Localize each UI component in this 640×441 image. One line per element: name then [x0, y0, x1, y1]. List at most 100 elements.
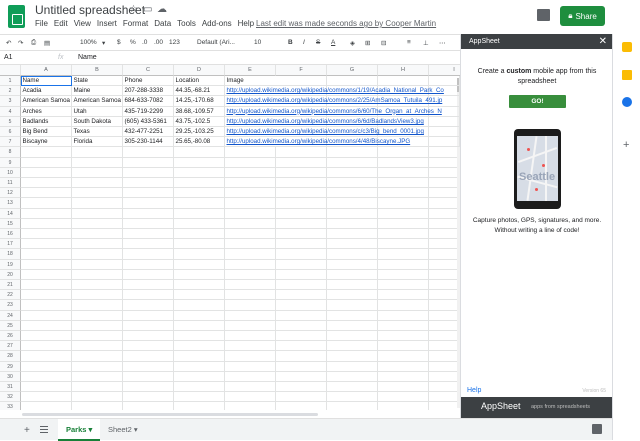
- cell-a7[interactable]: Biscayne: [21, 137, 72, 148]
- cell-i19[interactable]: [429, 259, 460, 270]
- cell-f11[interactable]: [276, 178, 327, 189]
- cell-i17[interactable]: [429, 239, 460, 250]
- cell-a9[interactable]: [21, 157, 72, 168]
- name-box[interactable]: A1: [4, 54, 13, 61]
- calendar-icon[interactable]: [622, 42, 632, 52]
- cell-d20[interactable]: [174, 269, 225, 280]
- cell-f17[interactable]: [276, 239, 327, 250]
- cell-f25[interactable]: [276, 320, 327, 331]
- star-icon[interactable]: ☆: [129, 4, 138, 15]
- cell-i30[interactable]: [429, 371, 460, 382]
- row-header-4[interactable]: 4: [0, 106, 21, 117]
- cell-c24[interactable]: [123, 310, 174, 321]
- column-header-b[interactable]: B: [72, 65, 123, 76]
- select-all-corner[interactable]: [0, 65, 21, 76]
- cell-a4[interactable]: Arches: [21, 106, 72, 117]
- cell-e12[interactable]: [225, 188, 276, 199]
- cell-g30[interactable]: [327, 371, 378, 382]
- cell-d29[interactable]: [174, 361, 225, 372]
- cell-d16[interactable]: [174, 229, 225, 240]
- cell-b1[interactable]: State: [72, 76, 123, 87]
- cell-b4[interactable]: Utah: [72, 106, 123, 117]
- cell-a13[interactable]: [21, 198, 72, 209]
- cell-i13[interactable]: [429, 198, 460, 209]
- cell-g24[interactable]: [327, 310, 378, 321]
- format-currency-button[interactable]: $: [117, 39, 121, 46]
- cell-f9[interactable]: [276, 157, 327, 168]
- column-header-a[interactable]: A: [21, 65, 72, 76]
- cell-i21[interactable]: [429, 280, 460, 291]
- cell-d33[interactable]: [174, 402, 225, 410]
- row-header-30[interactable]: 30: [0, 371, 21, 382]
- cell-b18[interactable]: [72, 249, 123, 260]
- cell-b7[interactable]: Florida: [72, 137, 123, 148]
- menu-insert[interactable]: Insert: [97, 19, 117, 28]
- merge-cells-icon[interactable]: ⊟: [381, 39, 386, 47]
- menu-file[interactable]: File: [35, 19, 48, 28]
- menu-add-ons[interactable]: Add-ons: [202, 19, 232, 28]
- cell-h8[interactable]: [378, 147, 429, 158]
- cell-f19[interactable]: [276, 259, 327, 270]
- cell-i23[interactable]: [429, 300, 460, 311]
- paint-format-icon[interactable]: ▤: [44, 39, 50, 47]
- cell-d9[interactable]: [174, 157, 225, 168]
- cell-c23[interactable]: [123, 300, 174, 311]
- row-header-26[interactable]: 26: [0, 331, 21, 342]
- cell-d23[interactable]: [174, 300, 225, 311]
- row-header-1[interactable]: 1: [0, 76, 21, 87]
- cell-e17[interactable]: [225, 239, 276, 250]
- sheets-logo-icon[interactable]: [8, 5, 25, 28]
- cell-d12[interactable]: [174, 188, 225, 199]
- strikethrough-button[interactable]: S: [316, 39, 320, 46]
- cell-b25[interactable]: [72, 320, 123, 331]
- row-header-12[interactable]: 12: [0, 188, 21, 199]
- cell-d26[interactable]: [174, 331, 225, 342]
- cell-b32[interactable]: [72, 392, 123, 403]
- cell-c8[interactable]: [123, 147, 174, 158]
- cell-f28[interactable]: [276, 351, 327, 362]
- cell-a27[interactable]: [21, 341, 72, 352]
- cell-g32[interactable]: [327, 392, 378, 403]
- cell-c31[interactable]: [123, 382, 174, 393]
- font-family-select[interactable]: Default (Ari...: [197, 39, 235, 46]
- cell-f21[interactable]: [276, 280, 327, 291]
- cell-a26[interactable]: [21, 331, 72, 342]
- cell-e30[interactable]: [225, 371, 276, 382]
- cell-e14[interactable]: [225, 208, 276, 219]
- menu-edit[interactable]: Edit: [54, 19, 68, 28]
- column-header-c[interactable]: C: [123, 65, 174, 76]
- cell-h33[interactable]: [378, 402, 429, 410]
- cell-i11[interactable]: [429, 178, 460, 189]
- cell-b5[interactable]: South Dakota: [72, 116, 123, 127]
- cell-e5[interactable]: http://upload.wikimedia.org/wikipedia/co…: [225, 116, 460, 127]
- row-header-22[interactable]: 22: [0, 290, 21, 301]
- cell-f14[interactable]: [276, 208, 327, 219]
- cell-i25[interactable]: [429, 320, 460, 331]
- cell-a33[interactable]: [21, 402, 72, 410]
- fill-color-icon[interactable]: ◈: [350, 39, 355, 47]
- row-header-7[interactable]: 7: [0, 137, 21, 148]
- row-header-23[interactable]: 23: [0, 300, 21, 311]
- cell-d4[interactable]: 38.68,-109.57: [174, 106, 225, 117]
- cell-b10[interactable]: [72, 167, 123, 178]
- cell-c33[interactable]: [123, 402, 174, 410]
- row-header-16[interactable]: 16: [0, 229, 21, 240]
- row-header-27[interactable]: 27: [0, 341, 21, 352]
- cell-e19[interactable]: [225, 259, 276, 270]
- cell-c12[interactable]: [123, 188, 174, 199]
- cell-d6[interactable]: 29.25,-103.25: [174, 127, 225, 138]
- cell-g29[interactable]: [327, 361, 378, 372]
- column-header-e[interactable]: E: [225, 65, 276, 76]
- row-header-6[interactable]: 6: [0, 127, 21, 138]
- cell-i18[interactable]: [429, 249, 460, 260]
- cell-c15[interactable]: [123, 218, 174, 229]
- column-header-f[interactable]: F: [276, 65, 327, 76]
- explore-icon[interactable]: [592, 424, 602, 434]
- cell-h23[interactable]: [378, 300, 429, 311]
- cell-h19[interactable]: [378, 259, 429, 270]
- cell-d13[interactable]: [174, 198, 225, 209]
- cell-a6[interactable]: Big Bend: [21, 127, 72, 138]
- cell-h29[interactable]: [378, 361, 429, 372]
- cell-d5[interactable]: 43.75,-102.5: [174, 116, 225, 127]
- cell-h17[interactable]: [378, 239, 429, 250]
